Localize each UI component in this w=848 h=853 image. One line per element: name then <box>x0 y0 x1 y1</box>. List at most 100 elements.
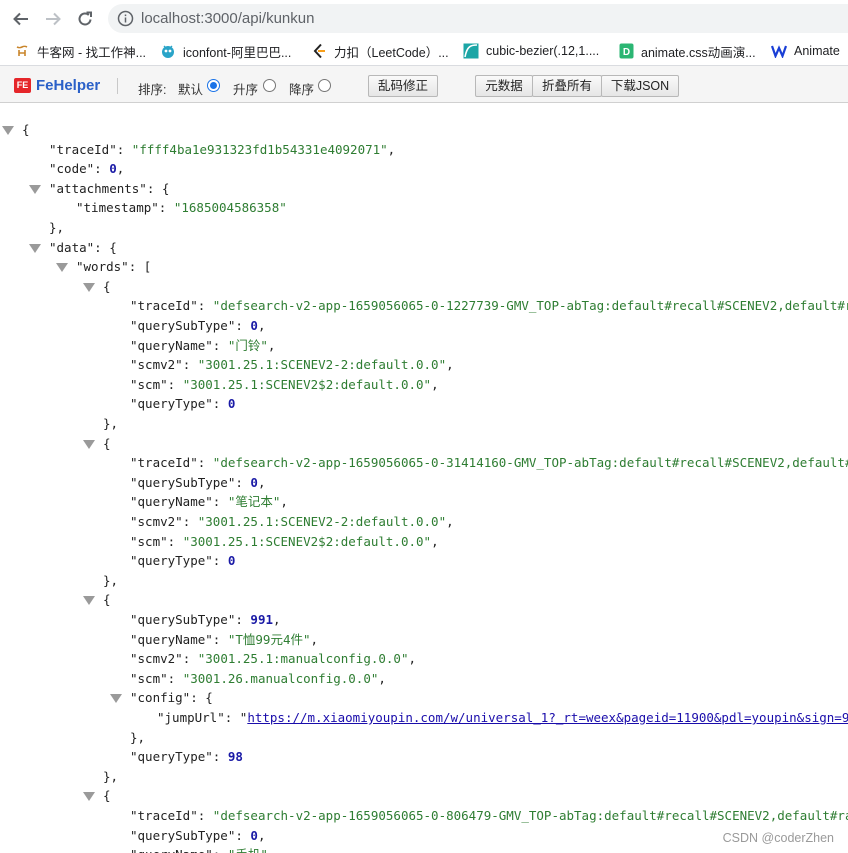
json-punctuation: : <box>158 200 174 216</box>
json-line: "querySubType": 0, <box>130 473 265 493</box>
forward-button[interactable] <box>41 7 65 31</box>
bookmark-nowcoder[interactable]: 牛客网 - 找工作神... <box>14 40 146 62</box>
fehelper-title: FeHelper <box>36 77 101 94</box>
json-line: "queryType": 0 <box>130 551 235 571</box>
json-line: "queryType": 98 <box>130 747 243 767</box>
json-number-value: 0 <box>250 318 258 333</box>
collapse-toggle-icon[interactable] <box>83 282 95 292</box>
json-punctuation: , <box>431 376 439 392</box>
json-punctuation: , <box>116 161 125 177</box>
json-key: "scm" <box>130 670 168 686</box>
json-key: "traceId" <box>130 455 198 471</box>
fehelper-logo-icon: FE <box>14 78 31 93</box>
json-punctuation: { <box>22 122 30 137</box>
back-button[interactable] <box>9 7 33 31</box>
bookmark-leetcode[interactable]: 力扣（LeetCode）... <box>311 40 449 62</box>
collapse-toggle-icon[interactable] <box>2 126 14 135</box>
json-link[interactable]: https://m.xiaomiyoupin.com/w/universal_1… <box>247 710 848 725</box>
bookmark-iconfont[interactable]: iconfont-阿里巴巴... <box>160 40 291 62</box>
json-punctuation: , <box>257 827 266 843</box>
json-line: { <box>103 434 111 454</box>
json-line: "traceId": "ffff4ba1e931323fd1b54331e409… <box>49 140 395 160</box>
json-string-value: "3001.26.manualconfig.0.0" <box>182 670 379 686</box>
url-text[interactable]: localhost:3000/api/kunkun <box>141 10 314 27</box>
sort-asc-radio[interactable] <box>263 79 276 92</box>
sort-desc-radio[interactable] <box>318 79 331 92</box>
json-punctuation: , <box>268 847 276 853</box>
fehelper-toolbar: FE FeHelper 排序: 默认 升序 降序 乱码修正 元数据 折叠所有 下… <box>0 65 848 103</box>
bookmark-cubic-bezier[interactable]: cubic-bezier(.12,1.... <box>463 40 599 62</box>
json-punctuation: , <box>387 141 396 157</box>
reload-button[interactable] <box>73 7 97 31</box>
json-punctuation: : <box>212 337 228 353</box>
download-json-button[interactable]: 下载JSON <box>601 75 679 97</box>
bookmark-animate[interactable]: Animate <box>771 40 840 62</box>
json-string-value: "手机" <box>228 847 268 853</box>
json-key: "traceId" <box>130 298 198 314</box>
animate-css-icon: D <box>618 43 634 59</box>
json-line: }, <box>103 414 118 434</box>
json-punctuation: : <box>167 376 183 392</box>
json-punctuation: }, <box>130 729 146 745</box>
json-line: "querySubType": 991, <box>130 610 281 630</box>
json-line: "queryName": "门铃", <box>130 336 275 356</box>
collapse-toggle-icon[interactable] <box>83 596 95 606</box>
json-line: "scmv2": "3001.25.1:manualconfig.0.0", <box>130 649 416 669</box>
json-string-value: "1685004586358" <box>173 200 287 216</box>
json-string-value: "defsearch-v2-app-1659056065-0-806479-GM… <box>212 808 848 823</box>
collapse-toggle-icon[interactable] <box>56 263 68 273</box>
collapse-toggle-icon[interactable] <box>29 243 41 253</box>
sort-default-label: 默认 <box>178 83 204 97</box>
json-punctuation: { <box>103 278 111 294</box>
json-punctuation: { <box>103 435 111 451</box>
collapse-toggle-icon[interactable] <box>29 184 41 194</box>
reload-icon <box>78 11 92 26</box>
sort-default-radio[interactable] <box>207 79 220 92</box>
json-key: "queryName" <box>130 337 213 353</box>
json-punctuation: : <box>212 631 228 647</box>
json-line: "queryName": "笔记本", <box>130 492 288 512</box>
raw-data-button[interactable]: 元数据 <box>475 75 533 97</box>
json-line: "queryType": 0 <box>130 394 235 414</box>
json-punctuation: , <box>431 533 439 549</box>
json-punctuation: }, <box>49 220 65 235</box>
collapse-toggle-icon[interactable] <box>83 792 95 802</box>
bookmark-animate-css[interactable]: D animate.css动画演... <box>618 40 756 62</box>
json-number-value: 991 <box>250 612 273 627</box>
json-key: "queryName" <box>130 631 213 647</box>
json-number-value: 98 <box>227 749 243 765</box>
json-line: "queryName": "T恤99元4件", <box>130 630 318 650</box>
json-punctuation: { <box>103 592 111 608</box>
json-line: "attachments": { <box>49 179 169 199</box>
json-line: "jumpUrl": "https://m.xiaomiyoupin.com/w… <box>157 708 848 728</box>
json-punctuation: , <box>257 474 266 490</box>
fix-encoding-button[interactable]: 乱码修正 <box>368 75 438 97</box>
json-line: }, <box>103 767 118 787</box>
arrow-left-icon <box>13 12 28 26</box>
fold-all-button[interactable]: 折叠所有 <box>532 75 602 97</box>
collapse-toggle-icon[interactable] <box>110 694 122 704</box>
json-string-value: "ffff4ba1e931323fd1b54331e4092071" <box>131 141 388 157</box>
iconfont-icon <box>160 43 176 59</box>
json-key: "traceId" <box>130 808 198 823</box>
json-key: "querySubType" <box>130 474 236 490</box>
json-punctuation: : <box>212 553 228 569</box>
collapse-toggle-icon[interactable] <box>83 439 95 449</box>
json-punctuation: : <box>212 494 228 510</box>
nowcoder-icon <box>14 43 30 59</box>
address-bar[interactable]: localhost:3000/api/kunkun <box>108 4 848 33</box>
json-string-value: "门铃" <box>227 337 268 353</box>
json-key: "queryName" <box>130 494 213 510</box>
json-line: "scm": "3001.25.1:SCENEV2$2:default.0.0"… <box>130 375 439 395</box>
json-punctuation: : <box>235 612 251 627</box>
json-punctuation: : { <box>190 690 213 706</box>
info-icon[interactable] <box>117 10 134 27</box>
json-punctuation: }, <box>103 572 119 588</box>
webflow-icon <box>771 43 787 59</box>
json-punctuation: , <box>408 651 416 667</box>
json-string-value: "3001.25.1:SCENEV2$2:default.0.0" <box>182 533 432 549</box>
json-punctuation: : <box>182 514 198 529</box>
json-line: "scmv2": "3001.25.1:SCENEV2-2:default.0.… <box>130 355 454 375</box>
json-key: "code" <box>49 161 95 177</box>
json-viewer: { "traceId": "ffff4ba1e931323fd1b54331e40… <box>0 103 848 853</box>
